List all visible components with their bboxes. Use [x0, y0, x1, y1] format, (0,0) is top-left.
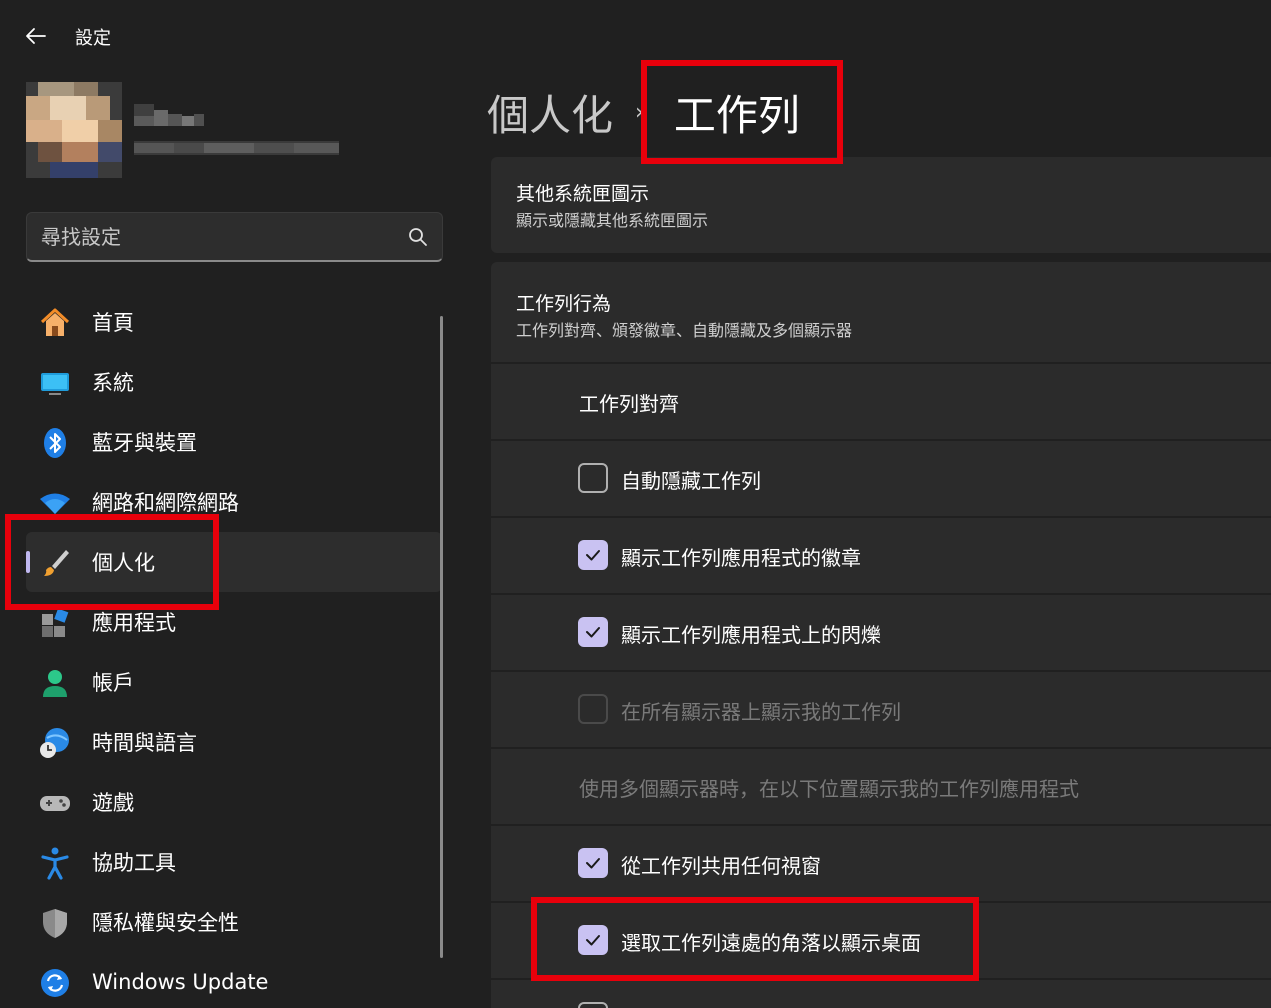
- back-button[interactable]: [22, 22, 50, 50]
- sidebar-item-windows-update[interactable]: Windows Update: [26, 952, 442, 1008]
- autohide-row[interactable]: 自動隱藏工作列: [491, 441, 1271, 516]
- apps-icon: [42, 608, 69, 637]
- row-label: 自動隱藏工作列: [621, 469, 761, 493]
- sidebar-item-accounts[interactable]: 帳戶: [26, 652, 442, 712]
- next-row-partial[interactable]: [491, 980, 1271, 1008]
- sidebar-item-privacy-security[interactable]: 隱私權與安全性: [26, 892, 442, 952]
- sidebar-item-label: 首頁: [92, 311, 134, 335]
- card-title: 工作列行為: [516, 293, 612, 315]
- search-box[interactable]: [26, 212, 443, 262]
- highlight-box-personalization: [5, 514, 219, 610]
- next-row-checkbox[interactable]: [578, 1002, 608, 1008]
- sidebar-item-label: 應用程式: [92, 611, 176, 635]
- update-icon: [41, 969, 69, 997]
- shield-icon: [43, 909, 67, 938]
- sidebar-nav: 首頁 系統 藍牙與裝置 網路和網際網路 個人化 應用程式 帳戶 時間與語言 遊戲…: [26, 292, 442, 1008]
- sidebar-item-label: 系統: [92, 371, 134, 395]
- row-label: 從工作列共用任何視窗: [621, 854, 821, 878]
- gamepad-icon: [40, 796, 70, 811]
- sidebar-scrollbar[interactable]: [440, 316, 443, 958]
- search-icon[interactable]: [408, 227, 428, 247]
- card-subtitle: 顯示或隱藏其他系統匣圖示: [516, 211, 709, 230]
- multi-display-row: 使用多個顯示器時，在以下位置顯示我的工作列應用程式: [491, 749, 1271, 824]
- taskbar-alignment-row[interactable]: 工作列對齊: [491, 364, 1271, 439]
- search-input[interactable]: [41, 223, 391, 251]
- sidebar-item-label: Windows Update: [92, 970, 269, 994]
- monitor-icon: [41, 373, 69, 395]
- sidebar-item-label: 時間與語言: [92, 731, 197, 755]
- sidebar-item-gaming[interactable]: 遊戲: [26, 772, 442, 832]
- app-title: 設定: [75, 28, 111, 49]
- card-title: 其他系統匣圖示: [516, 183, 650, 205]
- autohide-checkbox[interactable]: [578, 463, 608, 493]
- sidebar-item-label: 網路和網際網路: [92, 491, 239, 515]
- sidebar-item-system[interactable]: 系統: [26, 352, 442, 412]
- back-arrow-icon: [26, 28, 46, 44]
- all-displays-row: 在所有顯示器上顯示我的工作列: [491, 672, 1271, 747]
- share-window-row[interactable]: 從工作列共用任何視窗: [491, 826, 1271, 901]
- checkmark-icon: [586, 550, 600, 561]
- checkmark-icon: [586, 627, 600, 638]
- sidebar-item-accessibility[interactable]: 協助工具: [26, 832, 442, 892]
- sidebar-item-time-language[interactable]: 時間與語言: [26, 712, 442, 772]
- badges-row[interactable]: 顯示工作列應用程式的徽章: [491, 518, 1271, 593]
- row-label: 工作列對齊: [579, 392, 679, 416]
- checkmark-icon: [586, 858, 600, 869]
- flashing-row[interactable]: 顯示工作列應用程式上的閃爍: [491, 595, 1271, 670]
- user-name: [134, 104, 214, 130]
- card-subtitle: 工作列對齊、頒發徽章、自動隱藏及多個顯示器: [516, 321, 853, 340]
- sidebar-item-label: 隱私權與安全性: [92, 911, 239, 935]
- row-label: 顯示工作列應用程式的徽章: [621, 546, 861, 570]
- avatar[interactable]: [26, 82, 122, 178]
- sidebar-item-label: 協助工具: [92, 851, 176, 875]
- globe-clock-icon: [40, 728, 69, 758]
- accessibility-icon: [41, 847, 69, 880]
- title-bar: 設定: [0, 0, 1271, 72]
- sidebar-item-label: 藍牙與裝置: [92, 431, 197, 455]
- all-displays-checkbox: [578, 694, 608, 724]
- other-tray-icons-card[interactable]: 其他系統匣圖示 顯示或隱藏其他系統匣圖示: [491, 157, 1271, 253]
- row-label: 使用多個顯示器時，在以下位置顯示我的工作列應用程式: [579, 777, 1079, 801]
- sidebar-item-label: 遊戲: [92, 791, 134, 815]
- row-label: 在所有顯示器上顯示我的工作列: [621, 700, 901, 724]
- bluetooth-icon: [44, 428, 66, 458]
- badges-checkbox[interactable]: [578, 540, 608, 570]
- home-icon: [40, 308, 70, 336]
- highlight-box-title: [641, 60, 843, 164]
- share-window-checkbox[interactable]: [578, 848, 608, 878]
- person-icon: [43, 670, 67, 697]
- sidebar-item-label: 帳戶: [92, 671, 134, 695]
- breadcrumb-parent[interactable]: 個人化: [487, 82, 613, 143]
- user-email: [134, 140, 339, 159]
- sidebar-item-bluetooth[interactable]: 藍牙與裝置: [26, 412, 442, 472]
- row-label: 顯示工作列應用程式上的閃爍: [621, 623, 881, 647]
- flashing-checkbox[interactable]: [578, 617, 608, 647]
- taskbar-behavior-header[interactable]: 工作列行為 工作列對齊、頒發徽章、自動隱藏及多個顯示器: [491, 262, 1271, 362]
- highlight-box-far-corner: [531, 897, 979, 981]
- sidebar-item-home[interactable]: 首頁: [26, 292, 442, 352]
